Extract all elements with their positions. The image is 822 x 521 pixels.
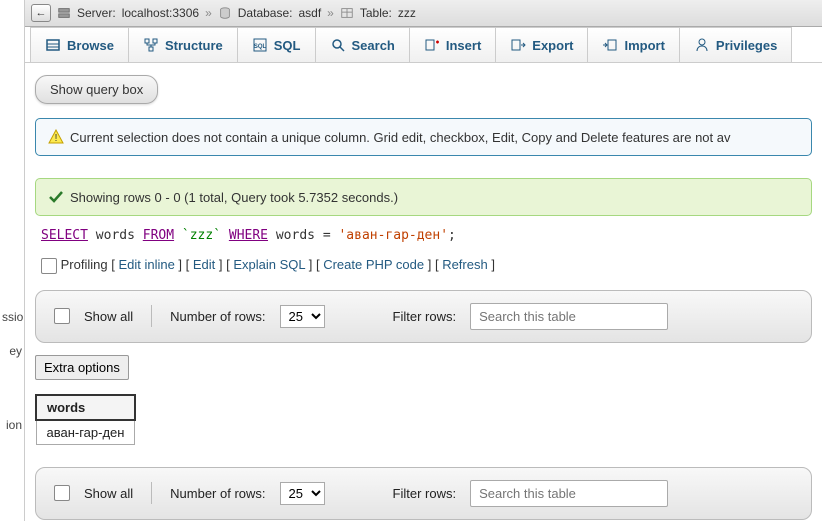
filter-rows-input[interactable] <box>470 303 668 330</box>
left-frag-a: ssio <box>0 300 24 334</box>
tab-browse-label: Browse <box>67 38 114 53</box>
num-rows-select[interactable]: 25 <box>280 305 325 328</box>
table-row: аван-гар-ден <box>36 420 135 445</box>
search-icon <box>330 37 346 53</box>
filter-rows-label: Filter rows: <box>393 309 457 324</box>
results-cell: аван-гар-ден <box>36 420 135 445</box>
sql-kw-select: SELECT <box>41 228 88 243</box>
divider <box>151 305 152 327</box>
row-options-top: Show all Number of rows: 25 Filter rows: <box>35 290 812 343</box>
extra-options-button[interactable]: Extra options <box>35 355 129 380</box>
sql-table: `zzz` <box>182 228 221 243</box>
success-text: Showing rows 0 - 0 (1 total, Query took … <box>70 190 398 205</box>
create-php-link[interactable]: Create PHP code <box>323 257 424 272</box>
tab-bar: Browse Structure SQL SQL Search Insert E… <box>25 27 822 63</box>
divider <box>151 482 152 504</box>
filter-rows-label: Filter rows: <box>393 486 457 501</box>
results-header[interactable]: words <box>36 395 135 420</box>
explain-sql-link[interactable]: Explain SQL <box>233 257 305 272</box>
tab-structure-label: Structure <box>165 38 223 53</box>
browse-icon <box>45 37 61 53</box>
left-frag-c: ion <box>0 408 24 442</box>
svg-text:SQL: SQL <box>254 44 267 50</box>
breadcrumb-db-label: Database: <box>238 6 293 20</box>
import-icon <box>602 37 618 53</box>
tab-import-label: Import <box>624 38 664 53</box>
show-all-checkbox[interactable] <box>54 485 70 501</box>
breadcrumb-sep: » <box>327 6 334 20</box>
breadcrumb-server-label: Server: <box>77 6 116 20</box>
database-icon <box>218 6 232 20</box>
sql-icon: SQL <box>252 37 268 53</box>
refresh-link[interactable]: Refresh <box>442 257 488 272</box>
structure-icon <box>143 37 159 53</box>
tab-structure[interactable]: Structure <box>128 27 238 62</box>
filter-rows-input[interactable] <box>470 480 668 507</box>
breadcrumb-server-value[interactable]: localhost:3306 <box>122 6 199 20</box>
num-rows-label: Number of rows: <box>170 309 265 324</box>
tab-import[interactable]: Import <box>587 27 679 62</box>
tab-search[interactable]: Search <box>315 27 410 62</box>
server-icon <box>57 6 71 20</box>
tab-privileges-label: Privileges <box>716 38 777 53</box>
warning-text: Current selection does not contain a uni… <box>70 130 731 145</box>
table-icon <box>340 6 354 20</box>
profiling-checkbox[interactable] <box>41 258 57 274</box>
row-options-bottom: Show all Number of rows: 25 Filter rows: <box>35 467 812 520</box>
show-all-checkbox[interactable] <box>54 308 70 324</box>
tab-insert[interactable]: Insert <box>409 27 496 62</box>
left-panel-fragment: ssio ey ion <box>0 0 25 521</box>
edit-inline-link[interactable]: Edit inline <box>118 257 174 272</box>
warning-icon: ! <box>48 129 64 145</box>
warning-notice: ! Current selection does not contain a u… <box>35 118 812 156</box>
privileges-icon <box>694 37 710 53</box>
sql-literal: 'аван-гар-ден' <box>338 228 448 243</box>
profiling-label[interactable]: Profiling <box>61 257 108 272</box>
tab-export[interactable]: Export <box>495 27 588 62</box>
breadcrumb-db-value[interactable]: asdf <box>298 6 321 20</box>
back-button[interactable]: ← <box>31 4 51 22</box>
check-icon <box>48 189 64 205</box>
sql-display: SELECT words FROM `zzz` WHERE words = 'а… <box>35 216 812 251</box>
breadcrumb-table-value[interactable]: zzz <box>398 6 416 20</box>
breadcrumb-table-label: Table: <box>360 6 392 20</box>
tab-browse[interactable]: Browse <box>30 27 129 62</box>
export-icon <box>510 37 526 53</box>
edit-link[interactable]: Edit <box>193 257 215 272</box>
query-tools: Profiling [ Edit inline ] [ Edit ] [ Exp… <box>35 251 812 282</box>
sql-eq: = <box>323 228 331 243</box>
sql-cond-col: words <box>276 228 315 243</box>
show-all-label[interactable]: Show all <box>84 486 133 501</box>
breadcrumb-sep: » <box>205 6 212 20</box>
sql-kw-from: FROM <box>143 228 174 243</box>
show-all-label[interactable]: Show all <box>84 309 133 324</box>
tab-search-label: Search <box>352 38 395 53</box>
insert-icon <box>424 37 440 53</box>
results-table: words аван-гар-ден <box>35 394 136 445</box>
svg-text:!: ! <box>55 133 58 144</box>
sql-kw-where: WHERE <box>229 228 268 243</box>
tab-privileges[interactable]: Privileges <box>679 27 792 62</box>
sql-terminator: ; <box>448 228 456 243</box>
num-rows-label: Number of rows: <box>170 486 265 501</box>
tab-sql[interactable]: SQL SQL <box>237 27 316 62</box>
tab-export-label: Export <box>532 38 573 53</box>
breadcrumb: ← Server: localhost:3306 » Database: asd… <box>25 0 822 27</box>
tab-insert-label: Insert <box>446 38 481 53</box>
num-rows-select[interactable]: 25 <box>280 482 325 505</box>
sql-col: words <box>96 228 135 243</box>
left-frag-b: ey <box>0 334 24 368</box>
tab-sql-label: SQL <box>274 38 301 53</box>
success-notice: Showing rows 0 - 0 (1 total, Query took … <box>35 178 812 216</box>
show-query-box-button[interactable]: Show query box <box>35 75 158 104</box>
